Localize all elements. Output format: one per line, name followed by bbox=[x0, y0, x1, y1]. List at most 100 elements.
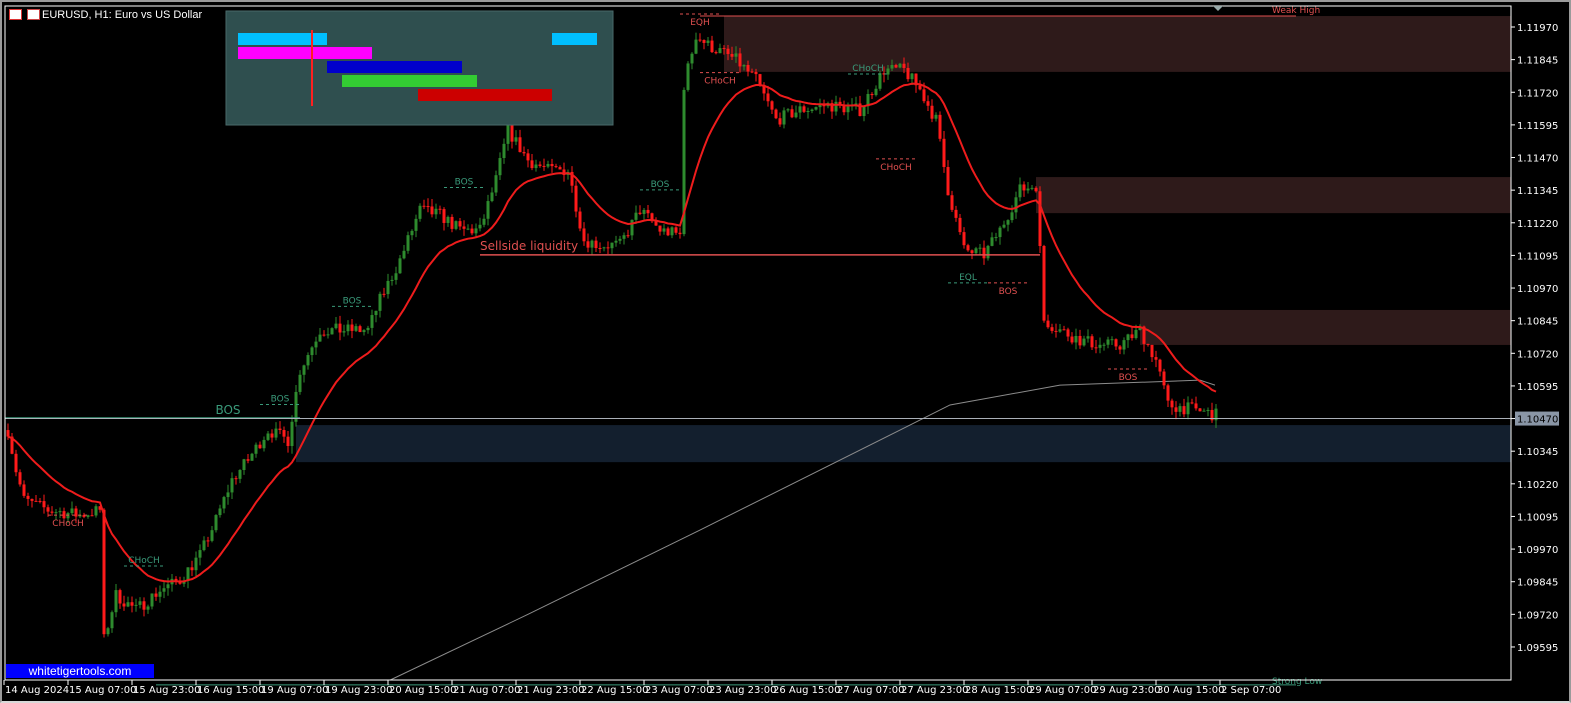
candle-body bbox=[930, 105, 934, 119]
candle-body bbox=[1026, 188, 1030, 191]
session-bar bbox=[327, 61, 462, 73]
candle-body bbox=[590, 240, 594, 248]
candle-body bbox=[118, 590, 122, 604]
candle-body bbox=[714, 52, 718, 54]
candle-body bbox=[1058, 329, 1062, 332]
candle-body bbox=[986, 245, 990, 259]
candle-body bbox=[1078, 335, 1082, 346]
ema-line bbox=[7, 82, 1217, 583]
candle-body bbox=[18, 472, 22, 485]
candle-body bbox=[30, 498, 34, 501]
candle-body bbox=[314, 341, 318, 348]
candle-body bbox=[354, 326, 358, 331]
candle-body bbox=[1162, 371, 1166, 386]
candle-body bbox=[750, 71, 754, 73]
candle-body bbox=[278, 428, 282, 431]
candle-body bbox=[242, 459, 246, 471]
candle-body bbox=[1050, 327, 1054, 331]
candle-body bbox=[482, 218, 486, 225]
candle-body bbox=[846, 106, 850, 113]
candle-body bbox=[478, 224, 482, 229]
candle-body bbox=[598, 248, 602, 250]
candle-body bbox=[774, 109, 778, 119]
price-chart[interactable]: BOSSellside liquidityWeak HighStrong Low… bbox=[0, 0, 1571, 703]
candle-body bbox=[462, 226, 466, 229]
candle-body bbox=[70, 508, 74, 514]
candle-body bbox=[466, 228, 470, 230]
candle-body bbox=[162, 588, 166, 592]
x-tick-label: 27 Aug 07:00 bbox=[837, 685, 904, 696]
candle-body bbox=[154, 593, 158, 597]
candle-body bbox=[1178, 406, 1182, 412]
candle-body bbox=[946, 167, 950, 196]
candle-body bbox=[446, 216, 450, 223]
candle-body bbox=[382, 293, 386, 295]
structure-label-eql: EQL bbox=[959, 273, 977, 283]
candle-body bbox=[166, 584, 170, 589]
candle-body bbox=[806, 110, 810, 112]
candle-body bbox=[506, 124, 510, 144]
candle-body bbox=[1202, 410, 1206, 412]
y-tick-label: 1.11595 bbox=[1517, 121, 1558, 132]
candle-body bbox=[346, 324, 350, 332]
structure-label-bos: BOS bbox=[999, 287, 1018, 297]
candle-body bbox=[1170, 400, 1174, 408]
candle-body bbox=[1134, 329, 1138, 339]
candle-body bbox=[290, 421, 294, 447]
candle-body bbox=[678, 232, 682, 235]
candle-body bbox=[782, 110, 786, 125]
x-tick-label: 27 Aug 23:00 bbox=[901, 685, 968, 696]
candle-body bbox=[1074, 335, 1078, 343]
watermark-link[interactable]: whitetigertools.com bbox=[6, 664, 154, 678]
candle-body bbox=[486, 201, 490, 219]
candle-body bbox=[90, 515, 94, 517]
candle-body bbox=[350, 324, 354, 331]
bos-major-label: BOS bbox=[215, 403, 240, 417]
x-tick-label: 15 Aug 23:00 bbox=[133, 685, 200, 696]
candle-body bbox=[690, 53, 694, 64]
candle-body bbox=[146, 606, 150, 610]
y-tick-label: 1.10345 bbox=[1517, 447, 1558, 458]
y-tick-label: 1.10720 bbox=[1517, 349, 1558, 360]
candle-body bbox=[746, 65, 750, 72]
candle-body bbox=[558, 167, 562, 170]
candle-body bbox=[266, 433, 270, 440]
candle-body bbox=[966, 245, 970, 251]
candle-body bbox=[518, 137, 522, 153]
candle-body bbox=[582, 228, 586, 242]
chart-shift-marker bbox=[1213, 6, 1223, 11]
candle-body bbox=[238, 470, 242, 479]
candle-body bbox=[890, 64, 894, 69]
candle-body bbox=[502, 143, 506, 159]
candle-body bbox=[110, 612, 114, 629]
candle-body bbox=[918, 85, 922, 90]
candle-body bbox=[586, 241, 590, 248]
candle-body bbox=[1186, 402, 1190, 415]
candle-body bbox=[610, 242, 614, 249]
candle-body bbox=[470, 228, 474, 234]
candle-body bbox=[1054, 330, 1058, 332]
candle-body bbox=[894, 64, 898, 68]
candle-body bbox=[262, 439, 266, 449]
structure-label-choch: CHoCH bbox=[52, 519, 84, 529]
candle-body bbox=[1022, 184, 1026, 191]
candle-body bbox=[794, 112, 798, 118]
y-tick-label: 1.10845 bbox=[1517, 317, 1558, 328]
candle-body bbox=[594, 240, 598, 249]
candle-body bbox=[106, 628, 110, 635]
candle-body bbox=[234, 478, 238, 480]
candle-body bbox=[450, 216, 454, 229]
candle-body bbox=[1158, 359, 1162, 372]
y-tick-label: 1.10970 bbox=[1517, 284, 1558, 295]
candle-body bbox=[922, 89, 926, 102]
candle-body bbox=[26, 495, 30, 499]
candle-body bbox=[698, 39, 702, 41]
candle-body bbox=[1018, 184, 1022, 198]
x-tick-label: 26 Aug 15:00 bbox=[773, 685, 840, 696]
candle-body bbox=[534, 164, 538, 169]
x-tick-label: 16 Aug 15:00 bbox=[197, 685, 264, 696]
candle-body bbox=[418, 205, 422, 219]
candle-body bbox=[50, 511, 54, 513]
candle-body bbox=[394, 273, 398, 280]
candle-body bbox=[666, 228, 670, 236]
